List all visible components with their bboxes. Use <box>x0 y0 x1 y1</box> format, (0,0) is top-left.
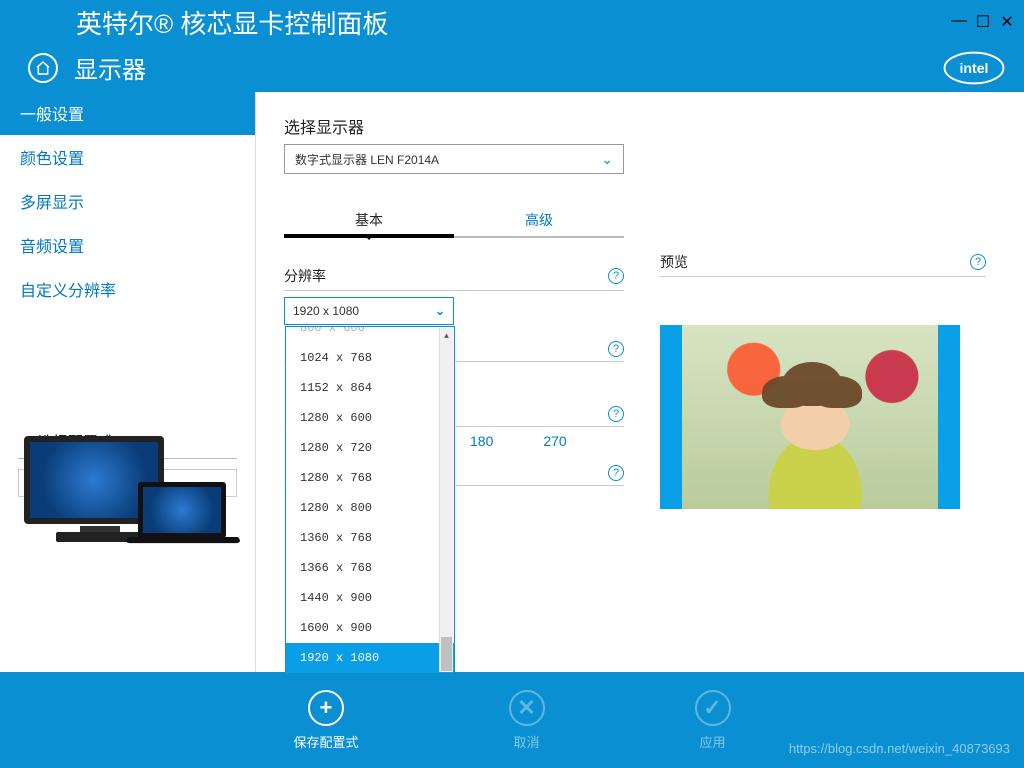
select-display-label: 选择显示器 <box>284 114 996 138</box>
resolution-option[interactable]: 1152 x 864 <box>286 373 454 403</box>
preview-box <box>660 325 960 509</box>
intel-logo: intel <box>942 48 1006 88</box>
resolution-option[interactable]: 800 x 600 <box>286 327 454 343</box>
sidebar: 一般设置 颜色设置 多屏显示 音频设置 自定义分辨率 选择配置式 当前设置 ⌄ <box>0 92 256 672</box>
resolution-option[interactable]: 1280 x 768 <box>286 463 454 493</box>
section-bar: 显示器 intel <box>0 44 1024 92</box>
resolution-select[interactable]: 1920 x 1080 ⌄ 800 x 600 1024 x 768 1152 … <box>284 297 454 325</box>
title-bar: 英特尔® 核芯显卡控制面板 — ☐ ✕ <box>0 0 1024 44</box>
resolution-option[interactable]: 1440 x 900 <box>286 583 454 613</box>
preview-label: 预览 <box>660 252 688 272</box>
minimize-button[interactable]: — <box>950 12 968 32</box>
save-label: 保存配置式 <box>293 732 358 751</box>
sidebar-item-audio[interactable]: 音频设置 <box>0 223 255 267</box>
chevron-down-icon: ⌄ <box>601 151 613 168</box>
scrollbar-thumb[interactable] <box>441 637 452 671</box>
sidebar-item-color[interactable]: 颜色设置 <box>0 135 255 179</box>
device-illustration <box>18 432 238 572</box>
scrollbar[interactable]: ▴ <box>439 328 453 672</box>
tab-label: 基本 <box>355 212 383 228</box>
resolution-label: 分辨率 <box>284 266 326 286</box>
preview-section: 预览 ? <box>660 252 986 509</box>
tab-basic[interactable]: 基本 <box>284 204 454 236</box>
close-button[interactable]: ✕ <box>998 12 1016 32</box>
cancel-button[interactable]: ✕ 取消 <box>509 690 545 751</box>
help-icon[interactable]: ? <box>608 406 624 422</box>
tab-label: 高级 <box>525 212 553 228</box>
help-icon[interactable]: ? <box>608 341 624 357</box>
sidebar-item-label: 自定义分辨率 <box>20 283 116 300</box>
watermark: https://blog.csdn.net/weixin_40873693 <box>789 741 1010 756</box>
resolution-value: 1920 x 1080 <box>293 304 359 318</box>
resolution-option-selected[interactable]: 1920 x 1080 <box>286 643 454 673</box>
apply-button[interactable]: ✓ 应用 <box>695 690 731 751</box>
resolution-option[interactable]: 1280 x 720 <box>286 433 454 463</box>
close-icon: ✕ <box>509 690 545 726</box>
rotation-value[interactable]: 270 <box>543 433 566 449</box>
cancel-label: 取消 <box>513 732 539 751</box>
plus-icon: + <box>308 690 344 726</box>
resolution-option[interactable]: 1024 x 768 <box>286 343 454 373</box>
sidebar-item-label: 一般设置 <box>20 107 84 124</box>
resolution-option[interactable]: 1360 x 768 <box>286 523 454 553</box>
sidebar-item-general[interactable]: 一般设置 <box>0 91 255 135</box>
home-icon <box>35 60 51 76</box>
scroll-up-icon[interactable]: ▴ <box>440 330 453 341</box>
settings-tabs: 基本 高级 <box>284 204 624 238</box>
resolution-dropdown: 800 x 600 1024 x 768 1152 x 864 1280 x 6… <box>285 326 455 674</box>
sidebar-item-label: 颜色设置 <box>20 151 84 168</box>
save-profile-button[interactable]: + 保存配置式 <box>293 690 358 751</box>
tab-advanced[interactable]: 高级 <box>454 204 624 236</box>
help-icon[interactable]: ? <box>608 465 624 481</box>
maximize-button[interactable]: ☐ <box>974 12 992 32</box>
help-icon[interactable]: ? <box>970 254 986 270</box>
resolution-option[interactable]: 1600 x 900 <box>286 613 454 643</box>
sidebar-item-label: 多屏显示 <box>20 195 84 212</box>
resolution-option[interactable]: 1280 x 600 <box>286 403 454 433</box>
display-select[interactable]: 数字式显示器 LEN F2014A ⌄ <box>284 144 624 174</box>
resolution-option[interactable]: 1280 x 800 <box>286 493 454 523</box>
app-title: 英特尔® 核芯显卡控制面板 <box>76 4 388 41</box>
sidebar-item-label: 音频设置 <box>20 239 84 256</box>
resolution-option[interactable]: 1366 x 768 <box>286 553 454 583</box>
svg-text:intel: intel <box>960 60 989 76</box>
display-select-value: 数字式显示器 LEN F2014A <box>295 151 439 168</box>
rotation-value[interactable]: 180 <box>470 433 493 449</box>
help-icon[interactable]: ? <box>608 268 624 284</box>
laptop-icon <box>128 482 238 572</box>
sidebar-item-multidisplay[interactable]: 多屏显示 <box>0 179 255 223</box>
check-icon: ✓ <box>695 690 731 726</box>
section-title: 显示器 <box>74 50 146 85</box>
resolution-row: 分辨率 ? 1920 x 1080 ⌄ 800 x 600 1024 x 768… <box>284 266 624 325</box>
home-button[interactable] <box>28 53 58 83</box>
window-controls: — ☐ ✕ <box>950 12 1016 32</box>
sidebar-item-custom-resolution[interactable]: 自定义分辨率 <box>0 267 255 311</box>
preview-image <box>682 325 938 509</box>
apply-label: 应用 <box>699 732 725 751</box>
chevron-down-icon: ⌄ <box>435 304 445 318</box>
